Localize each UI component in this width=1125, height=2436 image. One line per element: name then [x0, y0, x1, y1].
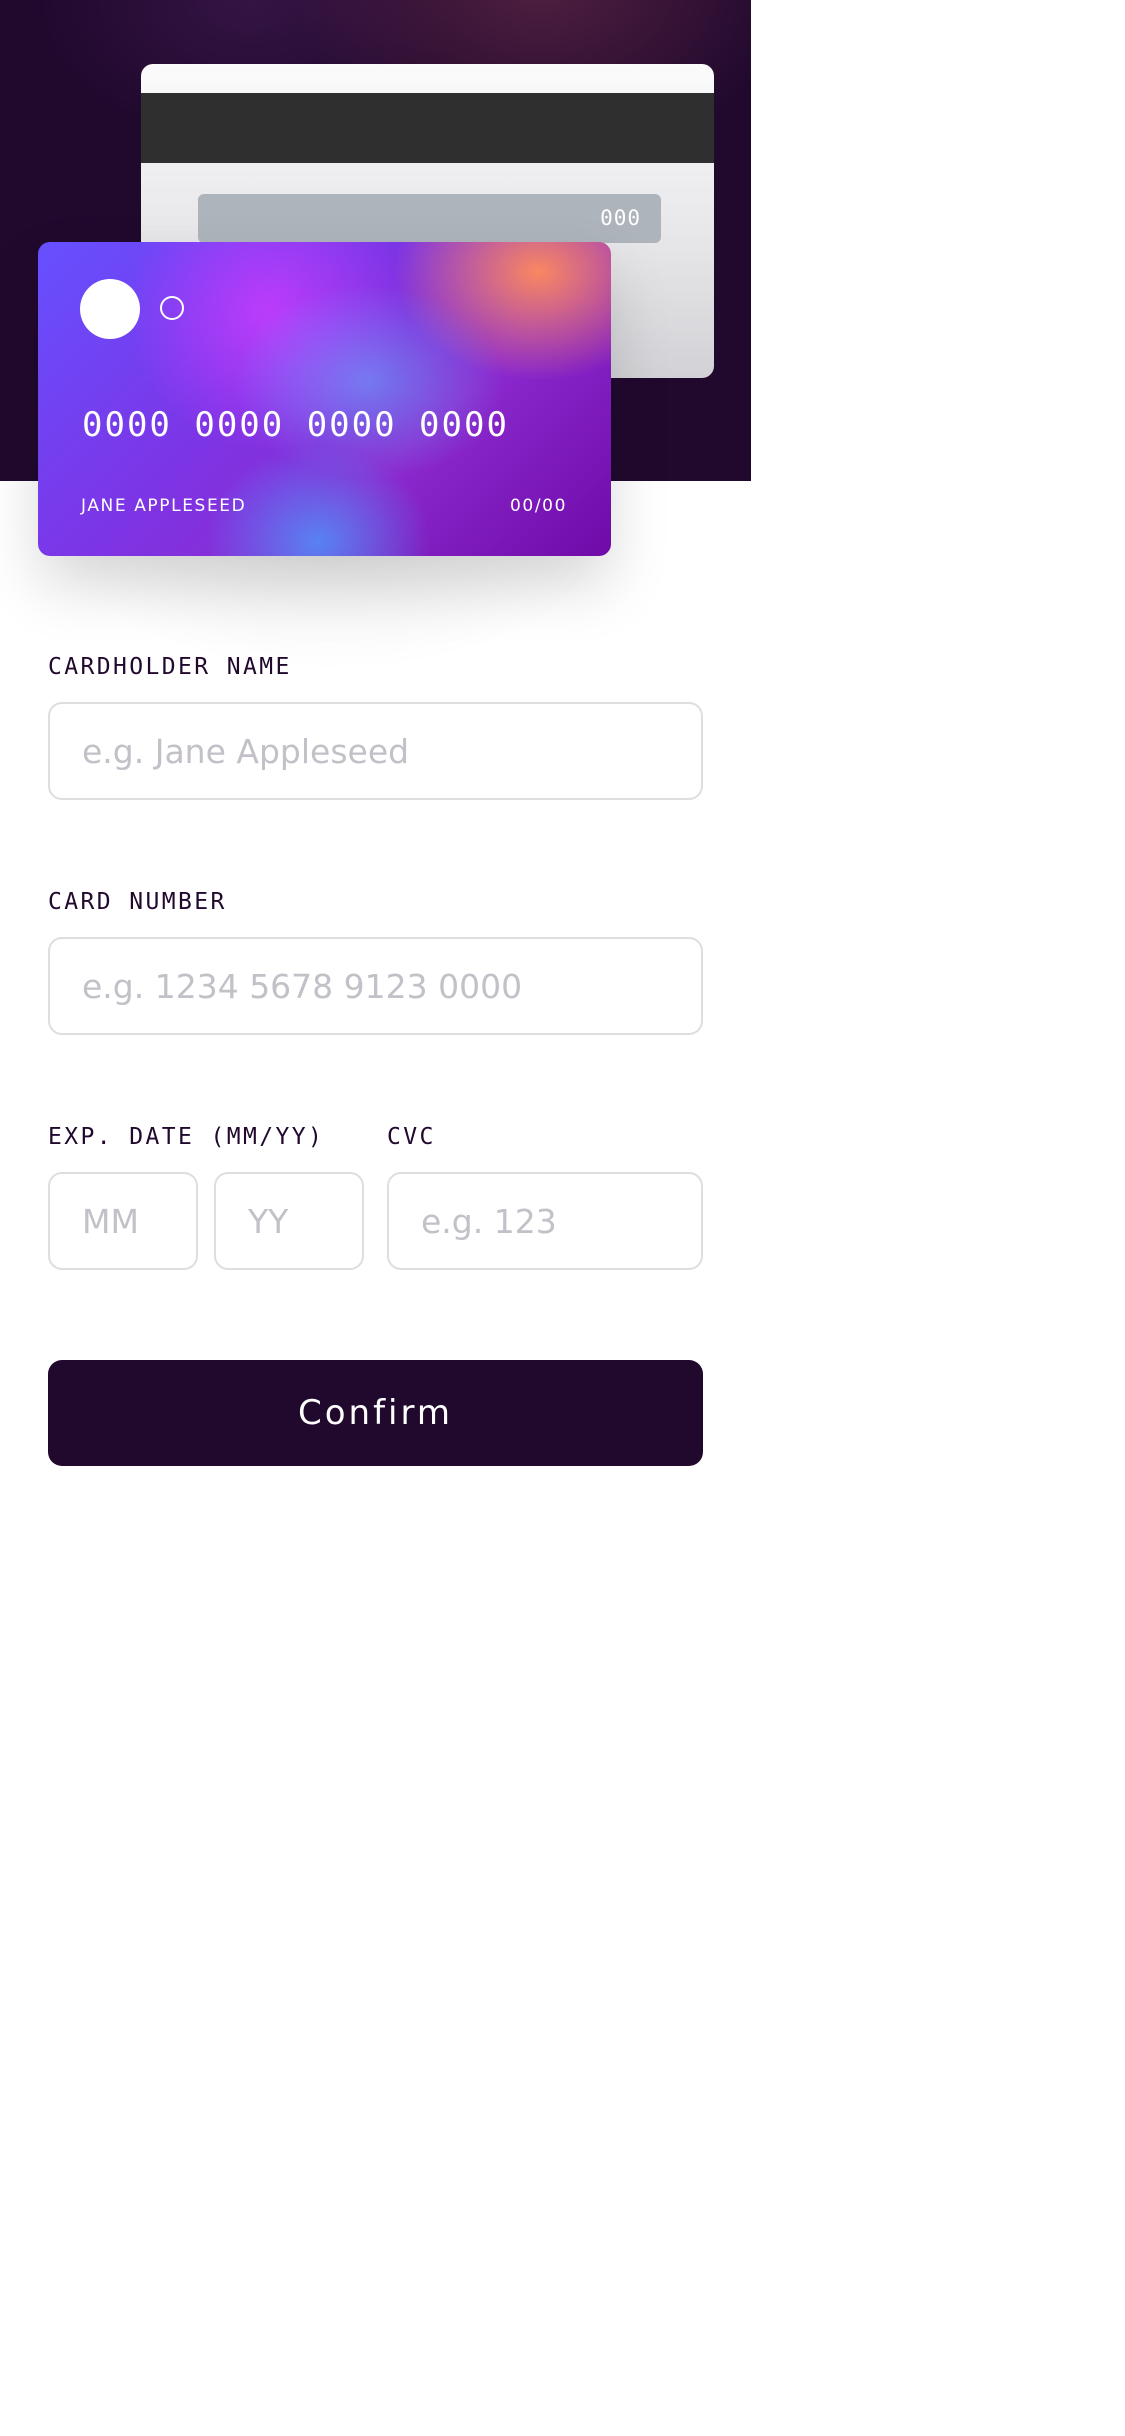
- page: 000 0000 0000 0000 0000 JANE APPLESEED 0…: [0, 0, 1125, 2436]
- signature-strip: 000: [198, 194, 661, 243]
- card-logo-outline-circle-icon: [160, 296, 184, 320]
- card-back-cvc: 000: [600, 206, 641, 230]
- confirm-button[interactable]: Confirm: [48, 1360, 703, 1466]
- cvc-label: CVC: [387, 1124, 436, 1150]
- cardholder-name-label: CARDHOLDER NAME: [48, 654, 292, 680]
- card-front-expiry: 00/00: [510, 496, 567, 516]
- magnetic-stripe: [141, 93, 714, 163]
- card-number-input[interactable]: [48, 937, 703, 1035]
- expiry-month-input[interactable]: [48, 1172, 198, 1270]
- cardholder-name-input[interactable]: [48, 702, 703, 800]
- card-front-number: 0000 0000 0000 0000: [82, 405, 509, 445]
- expiry-year-input[interactable]: [214, 1172, 364, 1270]
- card-front-holder: JANE APPLESEED: [81, 496, 247, 516]
- card-front: 0000 0000 0000 0000 JANE APPLESEED 00/00: [38, 242, 611, 556]
- card-logo-filled-circle-icon: [80, 279, 140, 339]
- cvc-input[interactable]: [387, 1172, 703, 1270]
- card-details-screen: 000 0000 0000 0000 0000 JANE APPLESEED 0…: [0, 0, 751, 2436]
- expiry-date-label: EXP. DATE (MM/YY): [48, 1124, 325, 1150]
- card-number-label: CARD NUMBER: [48, 889, 227, 915]
